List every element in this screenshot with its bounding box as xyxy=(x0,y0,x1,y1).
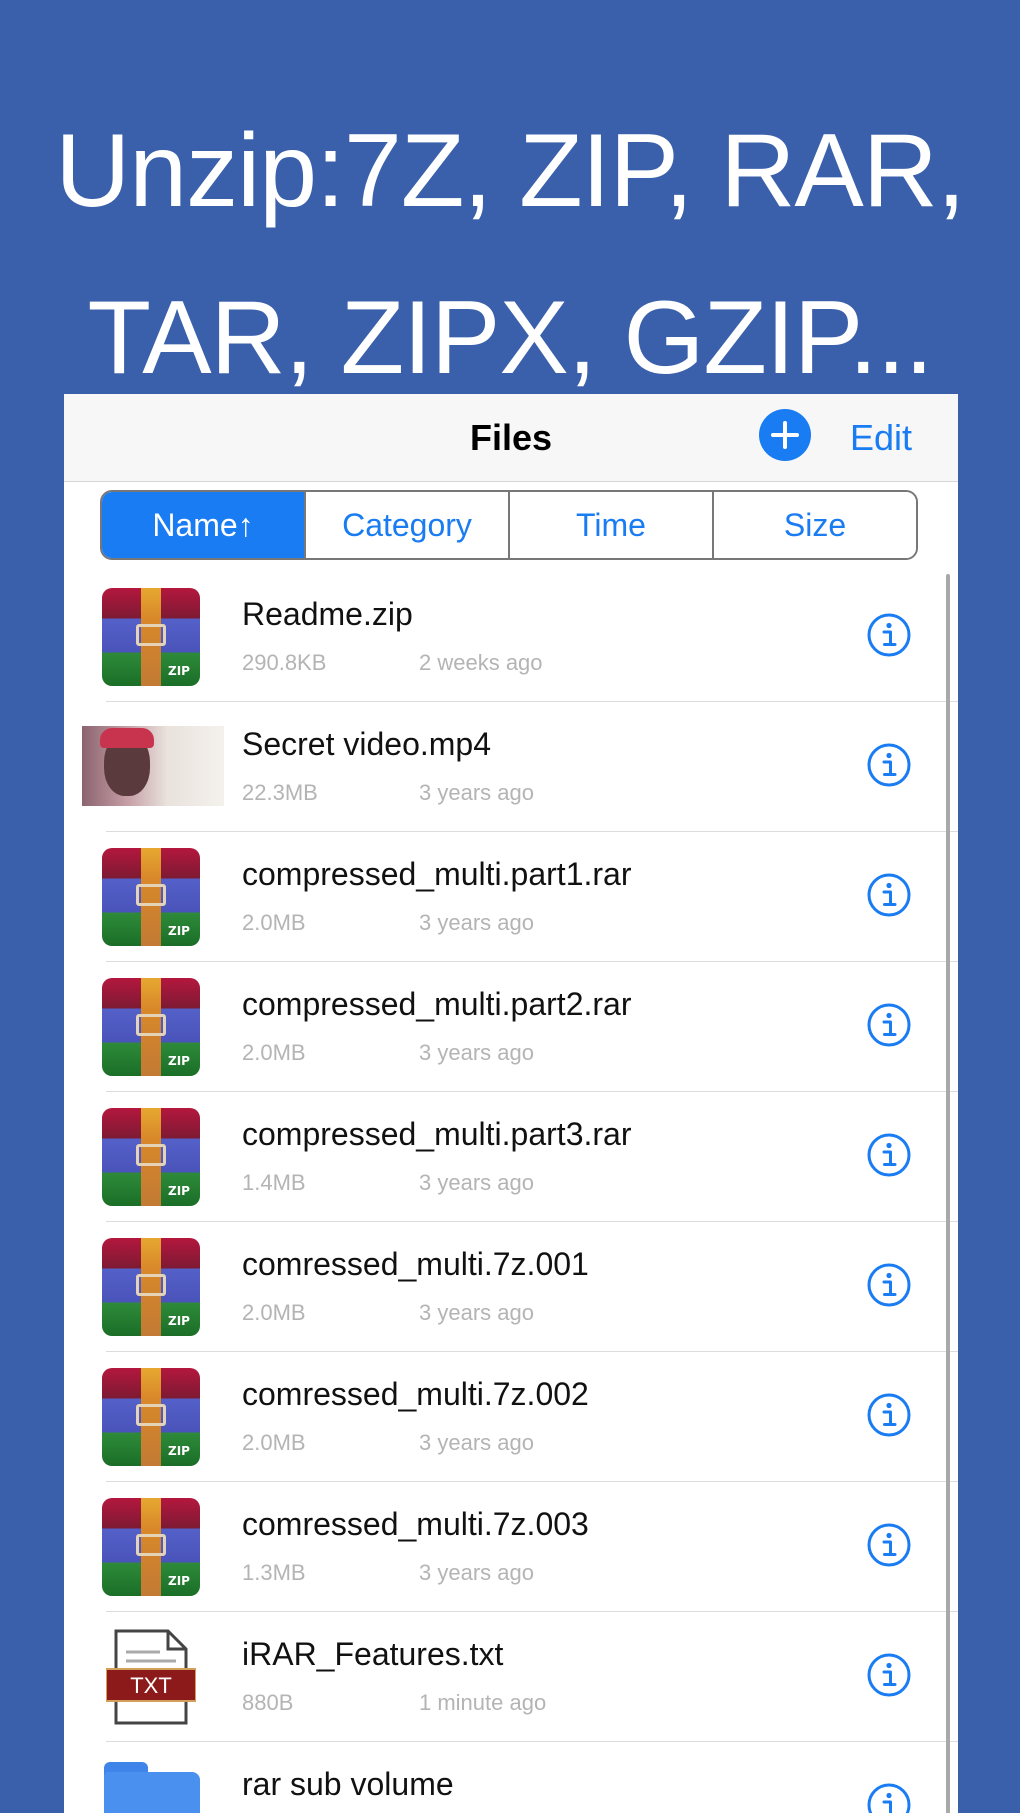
info-button[interactable] xyxy=(866,1782,912,1813)
file-row[interactable]: ZIP comressed_multi.7z.001 2.0MB 3 years ag… xyxy=(64,1222,958,1352)
zip-archive-icon: ZIP xyxy=(102,1368,200,1466)
file-row[interactable]: ZIP Readme.zip 290.8KB 2 weeks ago xyxy=(64,572,958,702)
file-time: 3 years ago xyxy=(419,1040,534,1065)
info-button[interactable] xyxy=(866,1652,912,1698)
file-time: 3 years ago xyxy=(419,780,534,805)
file-row[interactable]: TXT iRAR_Features.txt 880B 1 minute ago xyxy=(64,1612,958,1742)
info-button[interactable] xyxy=(866,1262,912,1308)
sort-by-time-button[interactable]: Time xyxy=(510,492,714,558)
file-size: 2.0MB xyxy=(242,1040,306,1065)
file-name: Secret video.mp4 xyxy=(242,726,492,762)
file-row[interactable]: ZIP compressed_multi.part2.rar 2.0MB 3 year… xyxy=(64,962,958,1092)
file-row[interactable]: ZIP comressed_multi.7z.003 1.3MB 3 years ag… xyxy=(64,1482,958,1612)
folder-icon xyxy=(104,1762,200,1813)
navigation-bar: Files Edit xyxy=(64,394,958,482)
zip-archive-icon: ZIP xyxy=(102,978,200,1076)
file-name: comressed_multi.7z.003 xyxy=(242,1506,589,1542)
headline-line-1: Unzip:7Z, ZIP, RAR, xyxy=(55,113,966,229)
zip-icon-label: ZIP xyxy=(168,1444,190,1458)
file-name: compressed_multi.part2.rar xyxy=(242,986,632,1022)
scrollbar[interactable] xyxy=(946,574,950,1813)
zip-icon-label: ZIP xyxy=(168,1574,190,1588)
page-title: Files xyxy=(469,417,553,458)
sort-segmented-control: Name↑ Category Time Size xyxy=(100,490,918,560)
zip-archive-icon: ZIP xyxy=(102,848,200,946)
info-button[interactable] xyxy=(866,872,912,918)
file-row[interactable]: ZIP compressed_multi.part3.rar 1.4MB 3 year… xyxy=(64,1092,958,1222)
zip-archive-icon: ZIP xyxy=(102,1238,200,1336)
zip-icon-label: ZIP xyxy=(168,1054,190,1068)
file-name: rar sub volume xyxy=(242,1766,454,1802)
file-row[interactable]: ZIP comressed_multi.7z.002 2.0MB 3 years ag… xyxy=(64,1352,958,1482)
files-panel: Files Edit Name↑ Category Time Size ZIP R… xyxy=(64,394,958,1813)
info-button[interactable] xyxy=(866,742,912,788)
file-size: 290.8KB xyxy=(242,650,327,675)
txt-icon-label: TXT xyxy=(130,1673,172,1698)
file-size: 1.3MB xyxy=(242,1560,306,1585)
file-time: 3 years ago xyxy=(419,1300,534,1325)
zip-icon-label: ZIP xyxy=(168,664,190,678)
sort-by-size-button[interactable]: Size xyxy=(714,492,916,558)
file-row[interactable]: rar sub volume xyxy=(64,1742,958,1813)
file-name: Readme.zip xyxy=(242,596,413,632)
zip-icon-label: ZIP xyxy=(168,1314,190,1328)
video-thumbnail xyxy=(82,726,224,806)
file-size: 1.4MB xyxy=(242,1170,306,1195)
info-button[interactable] xyxy=(866,1522,912,1568)
file-time: 3 years ago xyxy=(419,1560,534,1585)
file-name: compressed_multi.part1.rar xyxy=(242,856,632,892)
sort-by-category-button[interactable]: Category xyxy=(306,492,510,558)
zip-icon-label: ZIP xyxy=(168,924,190,938)
file-time: 3 years ago xyxy=(419,910,534,935)
file-size: 22.3MB xyxy=(242,780,318,805)
info-button[interactable] xyxy=(866,612,912,658)
file-name: comressed_multi.7z.002 xyxy=(242,1376,589,1412)
file-name: compressed_multi.part3.rar xyxy=(242,1116,632,1152)
add-button[interactable] xyxy=(759,409,811,461)
info-button[interactable] xyxy=(866,1392,912,1438)
promo-headline: Unzip:7Z, ZIP, RAR, TAR, ZIPX, GZIP... xyxy=(0,88,1020,422)
file-size: 880B xyxy=(242,1690,294,1715)
zip-archive-icon: ZIP xyxy=(102,1108,200,1206)
zip-icon-label: ZIP xyxy=(168,1184,190,1198)
file-size: 2.0MB xyxy=(242,1300,306,1325)
file-name: iRAR_Features.txt xyxy=(242,1636,504,1672)
txt-file-icon: TXT xyxy=(105,1628,197,1726)
file-time: 2 weeks ago xyxy=(419,650,543,675)
info-button[interactable] xyxy=(866,1132,912,1178)
file-name: comressed_multi.7z.001 xyxy=(242,1246,589,1282)
zip-archive-icon: ZIP xyxy=(102,1498,200,1596)
file-row[interactable]: Secret video.mp4 22.3MB 3 years ago xyxy=(64,702,958,832)
file-size: 2.0MB xyxy=(242,1430,306,1455)
file-time: 1 minute ago xyxy=(419,1690,547,1715)
file-time: 3 years ago xyxy=(419,1170,534,1195)
file-row[interactable]: ZIP compressed_multi.part1.rar 2.0MB 3 year… xyxy=(64,832,958,962)
edit-button[interactable]: Edit xyxy=(850,394,912,482)
sort-by-name-button[interactable]: Name↑ xyxy=(102,492,306,558)
info-button[interactable] xyxy=(866,1002,912,1048)
file-size: 2.0MB xyxy=(242,910,306,935)
file-time: 3 years ago xyxy=(419,1430,534,1455)
zip-archive-icon: ZIP xyxy=(102,588,200,686)
